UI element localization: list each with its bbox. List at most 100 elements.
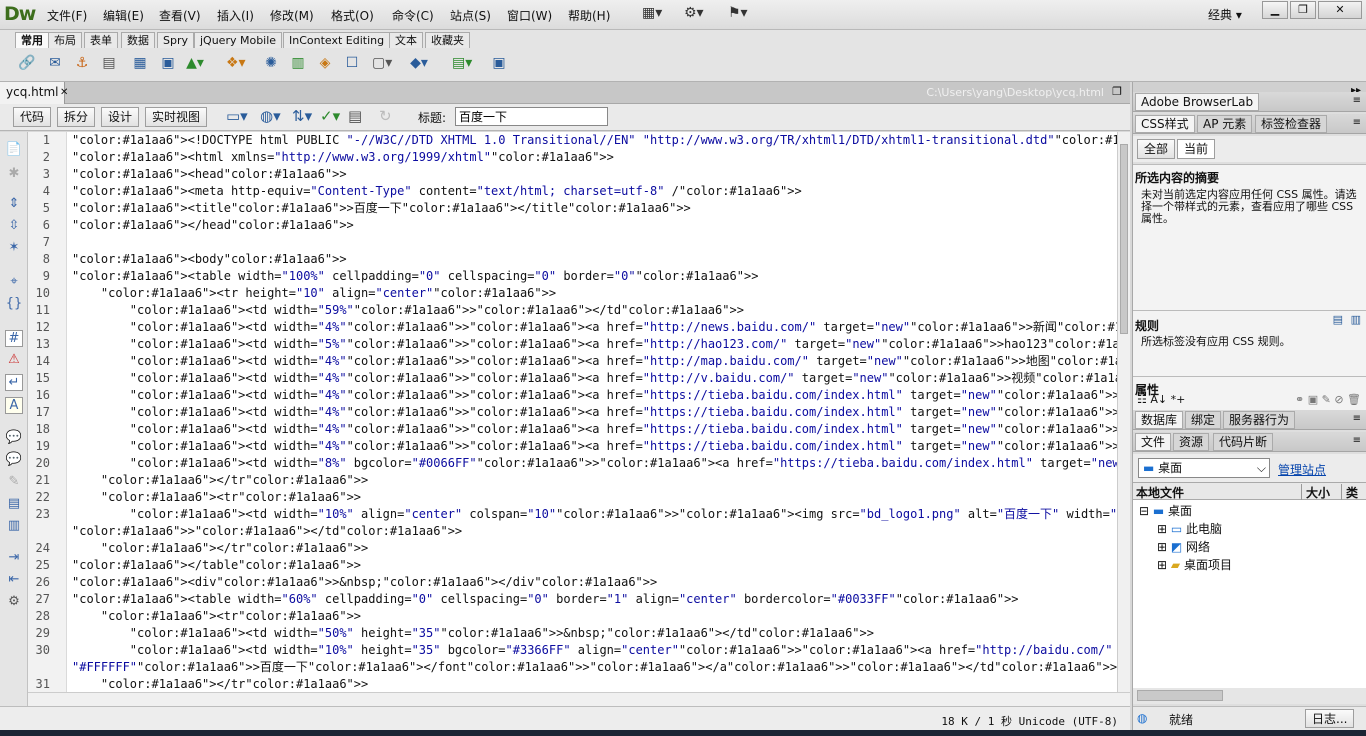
tab-files[interactable]: 文件 bbox=[1135, 433, 1172, 451]
design-view-button[interactable]: 设计 bbox=[101, 107, 140, 127]
code-line[interactable]: "color:#1a1aa6"><html xmlns="http://www.… bbox=[72, 149, 614, 166]
date-icon[interactable]: ▥ bbox=[289, 54, 307, 72]
insert-tab-spry[interactable]: Spry bbox=[157, 32, 194, 48]
email-link-icon[interactable]: ✉ bbox=[46, 54, 64, 72]
check-browser-icon[interactable]: ▤ bbox=[348, 107, 362, 125]
code-line[interactable]: "color:#1a1aa6"><td width="10%" align="c… bbox=[72, 506, 1117, 523]
image-icon[interactable]: ▲▾ bbox=[186, 54, 204, 72]
indent-icon[interactable]: ⇥ bbox=[5, 550, 23, 565]
insert-tab-forms[interactable]: 表单 bbox=[84, 32, 118, 48]
tab-tag-inspector[interactable]: 标签检查器 bbox=[1255, 115, 1328, 133]
code-line[interactable]: "color:#1a1aa6"><td width="59%""color:#1… bbox=[72, 302, 744, 319]
code-line[interactable]: "color:#1a1aa6"><body"color:#1a1aa6">> bbox=[72, 251, 347, 268]
code-line[interactable]: "color:#1a1aa6"><tr"color:#1a1aa6">> bbox=[72, 489, 361, 506]
code-line[interactable]: "color:#1a1aa6"><td width="4%""color:#1a… bbox=[72, 319, 1117, 336]
recent-snippets-icon[interactable]: ▤ bbox=[5, 496, 23, 511]
vertical-scroll-thumb[interactable] bbox=[1120, 144, 1128, 334]
widget-icon[interactable]: ✺ bbox=[262, 54, 280, 72]
code-line[interactable]: "color:#1a1aa6"><td width="4%""color:#1a… bbox=[72, 370, 1117, 387]
script-icon[interactable]: ◆▾ bbox=[410, 54, 428, 72]
comment-icon[interactable]: ☐ bbox=[343, 54, 361, 72]
show-code-navigator-icon[interactable]: ✱ bbox=[5, 166, 23, 181]
code-line[interactable]: "color:#1a1aa6"><!DOCTYPE html PUBLIC "-… bbox=[72, 132, 1117, 149]
css-panel-menu-icon[interactable]: ≡ bbox=[1353, 117, 1361, 128]
files-panel-menu-icon[interactable]: ≡ bbox=[1353, 435, 1361, 446]
code-line[interactable]: "color:#1a1aa6"><title"color:#1a1aa6">>百… bbox=[72, 200, 691, 217]
db-panel-menu-icon[interactable]: ≡ bbox=[1353, 413, 1361, 424]
preview-browser-icon[interactable]: ◍▾ bbox=[260, 107, 281, 125]
code-line[interactable]: "color:#1a1aa6"></tr"color:#1a1aa6">> bbox=[72, 676, 368, 692]
code-line[interactable]: "#FFFFFF""color:#1a1aa6">>百度一下"color:#1a… bbox=[72, 659, 1117, 676]
col-size[interactable]: 大小 bbox=[1301, 484, 1330, 501]
menu-window[interactable]: 窗口(W) bbox=[507, 7, 552, 24]
live-view-button[interactable]: 实时视图 bbox=[145, 107, 208, 127]
close-button[interactable]: ✕ bbox=[1318, 1, 1362, 19]
site-select[interactable]: ▬ 桌面 ⌵ bbox=[1138, 458, 1270, 478]
code-line[interactable]: "color:#1a1aa6">>"color:#1a1aa6"></td"co… bbox=[72, 523, 462, 540]
tag-chooser-icon[interactable]: ▣ bbox=[490, 54, 508, 72]
horizontal-rule-icon[interactable]: ▤ bbox=[100, 54, 118, 72]
insert-tab-data[interactable]: 数据 bbox=[121, 32, 155, 48]
syntax-color-icon[interactable]: A bbox=[5, 397, 23, 414]
category-view-icon[interactable]: ☷ A↓ *+ bbox=[1137, 393, 1185, 406]
head-icon[interactable]: ▢▾ bbox=[372, 54, 392, 72]
browserlab-tab[interactable]: Adobe BrowserLab bbox=[1135, 93, 1260, 111]
media-icon[interactable]: ❖▾ bbox=[226, 54, 246, 72]
code-line[interactable]: "color:#1a1aa6"><head"color:#1a1aa6">> bbox=[72, 166, 347, 183]
refresh-icon[interactable]: ↻ bbox=[379, 107, 392, 125]
apply-comment-icon[interactable]: 💬 bbox=[5, 430, 23, 445]
code-view-button[interactable]: 代码 bbox=[13, 107, 52, 127]
code-line[interactable]: "color:#1a1aa6"><td width="4%""color:#1a… bbox=[72, 421, 1117, 438]
wrap-tag-icon[interactable]: ✎ bbox=[5, 474, 23, 489]
outdent-icon[interactable]: ⇤ bbox=[5, 572, 23, 587]
vertical-scrollbar[interactable] bbox=[1117, 132, 1130, 692]
tree-item-desktop[interactable]: ⊟ ▬ 桌面 bbox=[1139, 502, 1192, 519]
word-wrap-icon[interactable]: ↵ bbox=[5, 374, 23, 391]
tab-assets[interactable]: 资源 bbox=[1173, 433, 1210, 451]
code-line[interactable]: "color:#1a1aa6"><td width="4%""color:#1a… bbox=[72, 353, 1117, 370]
restore-button[interactable]: ❐ bbox=[1290, 1, 1316, 19]
code-line[interactable]: "color:#1a1aa6"><td width="4%""color:#1a… bbox=[72, 404, 1117, 421]
code-line[interactable]: "color:#1a1aa6"><td width="50%" height="… bbox=[72, 625, 874, 642]
collapse-selection-icon[interactable]: ⇳ bbox=[5, 218, 23, 233]
insert-tab-jquery-mobile[interactable]: jQuery Mobile bbox=[194, 32, 283, 48]
show-info-icon[interactable]: ▥ bbox=[1351, 313, 1361, 326]
table-icon[interactable]: ▦ bbox=[131, 54, 149, 72]
code-line[interactable]: "color:#1a1aa6"></tr"color:#1a1aa6">> bbox=[72, 472, 368, 489]
horizontal-scrollbar[interactable] bbox=[28, 692, 1130, 706]
tab-ap-elements[interactable]: AP 元素 bbox=[1197, 115, 1253, 133]
file-management-icon[interactable]: ⇅▾ bbox=[292, 107, 312, 125]
expand-all-icon[interactable]: ✶ bbox=[5, 240, 23, 255]
tab-css-styles[interactable]: CSS样式 bbox=[1135, 115, 1195, 133]
tree-item-desktop-items[interactable]: ⊞ ▰ 桌面项目 bbox=[1157, 556, 1232, 573]
restore-doc-icon[interactable]: ❐ bbox=[1112, 85, 1122, 98]
cascade-icon[interactable]: ▤ bbox=[1333, 313, 1343, 326]
code-line[interactable]: "color:#1a1aa6"><td width="4%""color:#1a… bbox=[72, 387, 1117, 404]
code-line[interactable]: "color:#1a1aa6"><tr height="10" align="c… bbox=[72, 285, 556, 302]
workspace-switcher[interactable]: 经典 ▾ bbox=[1208, 6, 1242, 23]
code-line[interactable]: "color:#1a1aa6"><table width="60%" cellp… bbox=[72, 591, 1019, 608]
open-documents-icon[interactable]: 📄 bbox=[5, 142, 23, 157]
manage-sites-link[interactable]: 管理站点 bbox=[1278, 461, 1326, 478]
format-source-icon[interactable]: ⚙ bbox=[5, 594, 23, 609]
menu-view[interactable]: 查看(V) bbox=[159, 7, 201, 24]
code-editor[interactable]: "color:#1a1aa6"><!DOCTYPE html PUBLIC "-… bbox=[67, 132, 1117, 692]
browserlab-menu-icon[interactable]: ≡ bbox=[1353, 95, 1361, 106]
w3c-validation-icon[interactable]: ✓▾ bbox=[320, 107, 340, 125]
insert-tab-common[interactable]: 常用 bbox=[15, 32, 49, 48]
title-input[interactable] bbox=[455, 107, 608, 126]
select-parent-tag-icon[interactable]: ⌖ bbox=[5, 274, 23, 289]
insert-tab-favorites[interactable]: 收藏夹 bbox=[425, 32, 470, 48]
code-line[interactable]: "color:#1a1aa6"><td width="4%""color:#1a… bbox=[72, 438, 1117, 455]
tab-database[interactable]: 数据库 bbox=[1135, 411, 1184, 429]
code-line[interactable]: "color:#1a1aa6"><tr"color:#1a1aa6">> bbox=[72, 608, 361, 625]
code-line[interactable]: "color:#1a1aa6"><meta http-equiv="Conten… bbox=[72, 183, 802, 200]
menu-help[interactable]: 帮助(H) bbox=[568, 7, 610, 24]
code-line[interactable]: "color:#1a1aa6"><table width="100%" cell… bbox=[72, 268, 758, 285]
move-css-icon[interactable]: ▥ bbox=[5, 518, 23, 533]
balance-braces-icon[interactable]: {} bbox=[5, 296, 23, 311]
named-anchor-icon[interactable]: ⚓ bbox=[73, 54, 91, 72]
tree-item-this-pc[interactable]: ⊞ ▭ 此电脑 bbox=[1157, 520, 1222, 537]
menu-modify[interactable]: 修改(M) bbox=[270, 7, 314, 24]
tab-bindings[interactable]: 绑定 bbox=[1185, 411, 1222, 429]
